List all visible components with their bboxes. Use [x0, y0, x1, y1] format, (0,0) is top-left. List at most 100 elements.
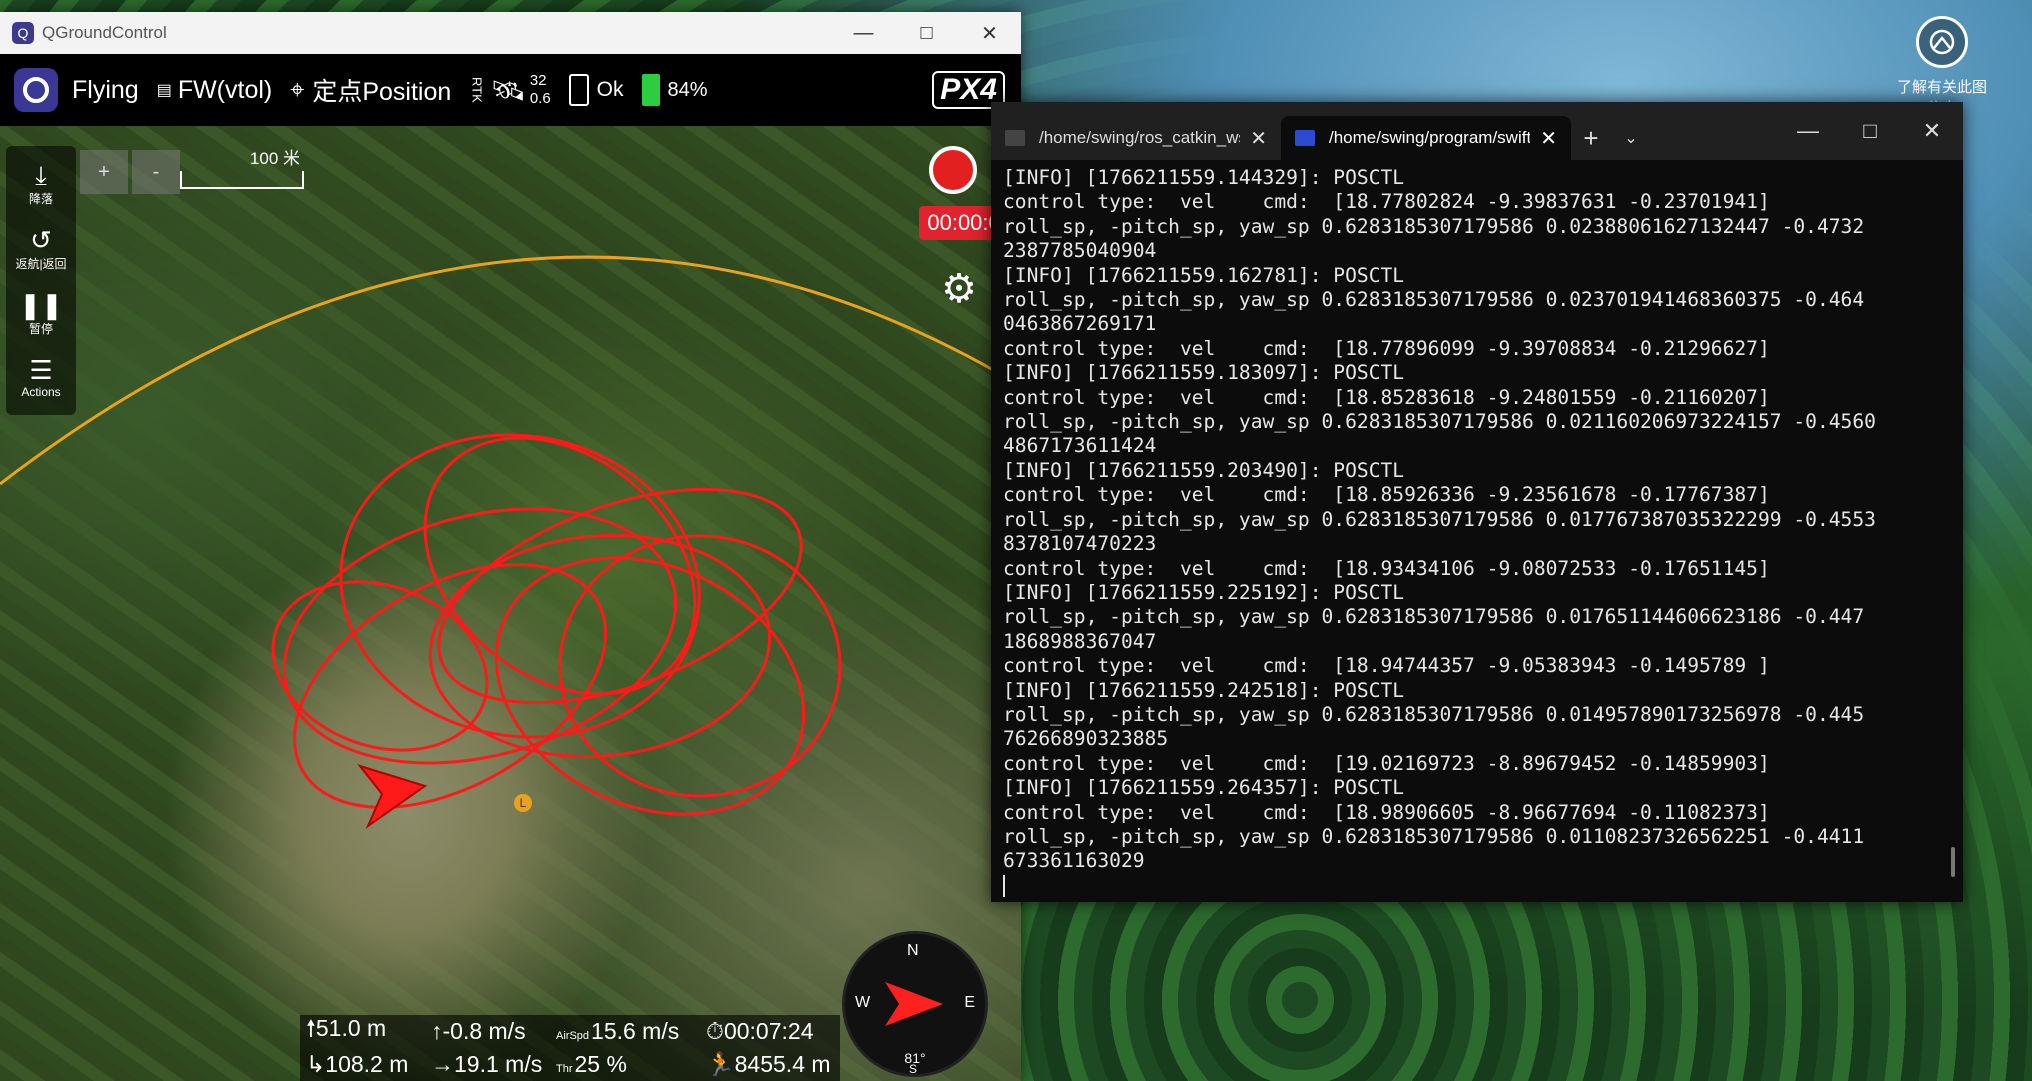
powershell-icon	[1295, 130, 1315, 146]
vehicle-type[interactable]: ▤ FW(vtol)	[157, 76, 273, 105]
terminal-line: [INFO] [1766211559.242518]: POSCTL	[1003, 678, 1405, 702]
map-view[interactable]: L ⤓ 降落 ↺ 返航|返回 ❚❚ 暂停 ☰ Actions + - 100 米…	[0, 126, 1021, 1081]
vehicle-type-label: FW(vtol)	[177, 75, 273, 104]
maximize-button[interactable]: □	[895, 12, 958, 54]
distance-flown-value: 🏃8455.4 m	[706, 1051, 831, 1077]
terminal-window: /home/swing/ros_catkin_ws/in: ✕ /home/sw…	[991, 102, 1963, 902]
distance-home-value: ↳108.2 m	[306, 1051, 409, 1077]
terminal-line: 4867173611424	[1003, 434, 1157, 458]
window-title: QGroundControl	[42, 23, 167, 42]
terminal-close-button[interactable]: ✕	[1901, 102, 1963, 160]
pause-tool-label: 暂停	[28, 322, 53, 336]
terminal-line: 76266890323885	[1003, 727, 1169, 751]
message-status: Ok	[596, 78, 624, 101]
terminal-line: [INFO] [1766211559.203490]: POSCTL	[1003, 458, 1405, 482]
terminal-line: control type: vel cmd: [18.85926336 -9.2…	[1003, 483, 1770, 507]
satellite-count: 32	[529, 72, 547, 89]
close-tab-icon[interactable]: ✕	[1250, 126, 1267, 151]
phone-icon	[568, 74, 589, 106]
chevron-down-icon[interactable]: ⌄	[1611, 116, 1651, 160]
return-icon: ↺	[30, 225, 52, 255]
terminal-line: [INFO] [1766211559.225192]: POSCTL	[1003, 580, 1405, 604]
return-tool-label: 返航|返回	[15, 257, 67, 271]
terminal-minimize-button[interactable]: —	[1777, 102, 1839, 160]
terminal-line: control type: vel cmd: [18.93434106 -9.0…	[1003, 556, 1770, 580]
actions-tool[interactable]: ☰ Actions	[6, 347, 76, 409]
terminal-line: roll_sp, -pitch_sp, yaw_sp 0.62831853071…	[1003, 507, 1876, 531]
terminal-tab-1-title: /home/swing/ros_catkin_ws/in:	[1039, 128, 1240, 147]
record-button[interactable]	[929, 146, 977, 194]
gear-icon[interactable]: ⚙	[941, 266, 977, 312]
terminal-line: control type: vel cmd: [18.85283618 -9.2…	[1003, 385, 1770, 409]
close-tab-icon[interactable]: ✕	[1540, 126, 1557, 151]
terminal-output[interactable]: [INFO] [1766211559.144329]: POSCTL contro…	[991, 160, 1963, 904]
message-icon: ▤	[156, 82, 172, 99]
zoom-in-button[interactable]: +	[80, 150, 128, 194]
message-indicator[interactable]: Ok	[568, 74, 624, 106]
terminal-line: roll_sp, -pitch_sp, yaw_sp 0.62831853071…	[1003, 702, 1865, 726]
new-tab-button[interactable]: +	[1571, 116, 1611, 160]
terminal-line: control type: vel cmd: [19.02169723 -8.8…	[1003, 751, 1770, 775]
land-tool[interactable]: ⤓ 降落	[6, 152, 76, 217]
flight-status[interactable]: Flying	[72, 76, 139, 105]
terminal-line: 2387785040904	[1003, 239, 1157, 263]
flight-status-label: Flying	[72, 75, 139, 104]
compass-heading: 81°	[904, 1050, 926, 1066]
gps-hdop: 0.6	[529, 90, 551, 107]
battery-percent: 84%	[667, 78, 708, 101]
compass-widget[interactable]: N E W S 81°	[842, 931, 988, 1077]
satellite-icon: 🛰	[490, 74, 526, 106]
main-toolbar: Flying ▤ FW(vtol) ⌖ 定点Position RTK 🛰 32 …	[0, 54, 1021, 126]
terminal-line: roll_sp, -pitch_sp, yaw_sp 0.62831853071…	[1003, 824, 1865, 848]
flight-mode-selector[interactable]: ⌖ 定点Position	[290, 72, 451, 108]
ground-speed-value: →19.1 m/s	[431, 1051, 543, 1077]
airspeed-value: AirSpd15.6 m/s	[556, 1018, 680, 1044]
terminal-line: roll_sp, -pitch_sp, yaw_sp 0.62831853071…	[1003, 605, 1865, 629]
return-tool[interactable]: ↺ 返航|返回	[6, 217, 76, 282]
throttle-value: Thr25 %	[556, 1051, 627, 1077]
pause-icon: ❚❚	[19, 290, 63, 320]
menu-icon: ☰	[29, 355, 53, 385]
zoom-controls: + -	[80, 150, 184, 194]
minimize-button[interactable]: —	[832, 12, 895, 54]
terminal-line: roll_sp, -pitch_sp, yaw_sp 0.62831853071…	[1003, 214, 1865, 238]
pause-tool[interactable]: ❚❚ 暂停	[6, 282, 76, 347]
title-bar: Q QGroundControl — □ ✕	[0, 12, 1021, 54]
climb-rate-value: ↑-0.8 m/s	[431, 1018, 526, 1044]
qgroundcontrol-window: Q QGroundControl — □ ✕ Flying ▤ FW(vtol)…	[0, 12, 1021, 1081]
terminal-tab-1[interactable]: /home/swing/ros_catkin_ws/in: ✕	[991, 116, 1281, 160]
gps-indicator[interactable]: RTK 🛰 32 0.6	[469, 72, 550, 108]
camera-icon	[1916, 16, 1968, 68]
qgc-menu-button[interactable]	[14, 68, 58, 112]
map-scale-bar	[180, 171, 304, 189]
terminal-cursor	[1003, 875, 1005, 898]
terminal-icon	[1005, 130, 1025, 146]
terminal-line: control type: vel cmd: [18.77896099 -9.3…	[1003, 336, 1770, 360]
map-scale: 100 米	[180, 144, 304, 189]
terminal-line: [INFO] [1766211559.264357]: POSCTL	[1003, 776, 1405, 800]
actions-tool-label: Actions	[21, 385, 61, 399]
telemetry-panel[interactable]: 🠕51.0 m ↑-0.8 m/s AirSpd15.6 m/s ⏱00:07:…	[300, 1015, 840, 1081]
terminal-line: control type: vel cmd: [18.94744357 -9.0…	[1003, 654, 1770, 678]
terminal-scrollbar[interactable]	[1951, 847, 1955, 877]
map-scale-label: 100 米	[249, 149, 300, 168]
terminal-tab-2[interactable]: /home/swing/program/swiftv ✕	[1281, 116, 1571, 160]
land-icon: ⤓	[35, 160, 47, 190]
land-tool-label: 降落	[28, 192, 53, 206]
terminal-line: control type: vel cmd: [18.77802824 -9.3…	[1003, 190, 1770, 214]
terminal-line: roll_sp, -pitch_sp, yaw_sp 0.62831853071…	[1003, 410, 1876, 434]
terminal-line: roll_sp, -pitch_sp, yaw_sp 0.62831853071…	[1003, 288, 1865, 312]
home-marker[interactable]: L	[514, 794, 532, 812]
battery-indicator[interactable]: 84%	[641, 74, 708, 106]
terminal-line: 0463867269171	[1003, 312, 1157, 336]
terminal-line: [INFO] [1766211559.183097]: POSCTL	[1003, 361, 1405, 385]
terminal-line: [INFO] [1766211559.144329]: POSCTL	[1003, 166, 1405, 189]
flight-mode-icon: ⌖	[290, 75, 305, 104]
terminal-line: 673361163029	[1003, 849, 1145, 873]
close-button[interactable]: ✕	[958, 12, 1021, 54]
zoom-out-button[interactable]: -	[132, 150, 180, 194]
terminal-maximize-button[interactable]: □	[1839, 102, 1901, 160]
flight-mode-label: 定点Position	[312, 78, 452, 106]
terminal-line: 8378107470223	[1003, 532, 1157, 556]
rtk-label: RTK	[469, 77, 485, 103]
